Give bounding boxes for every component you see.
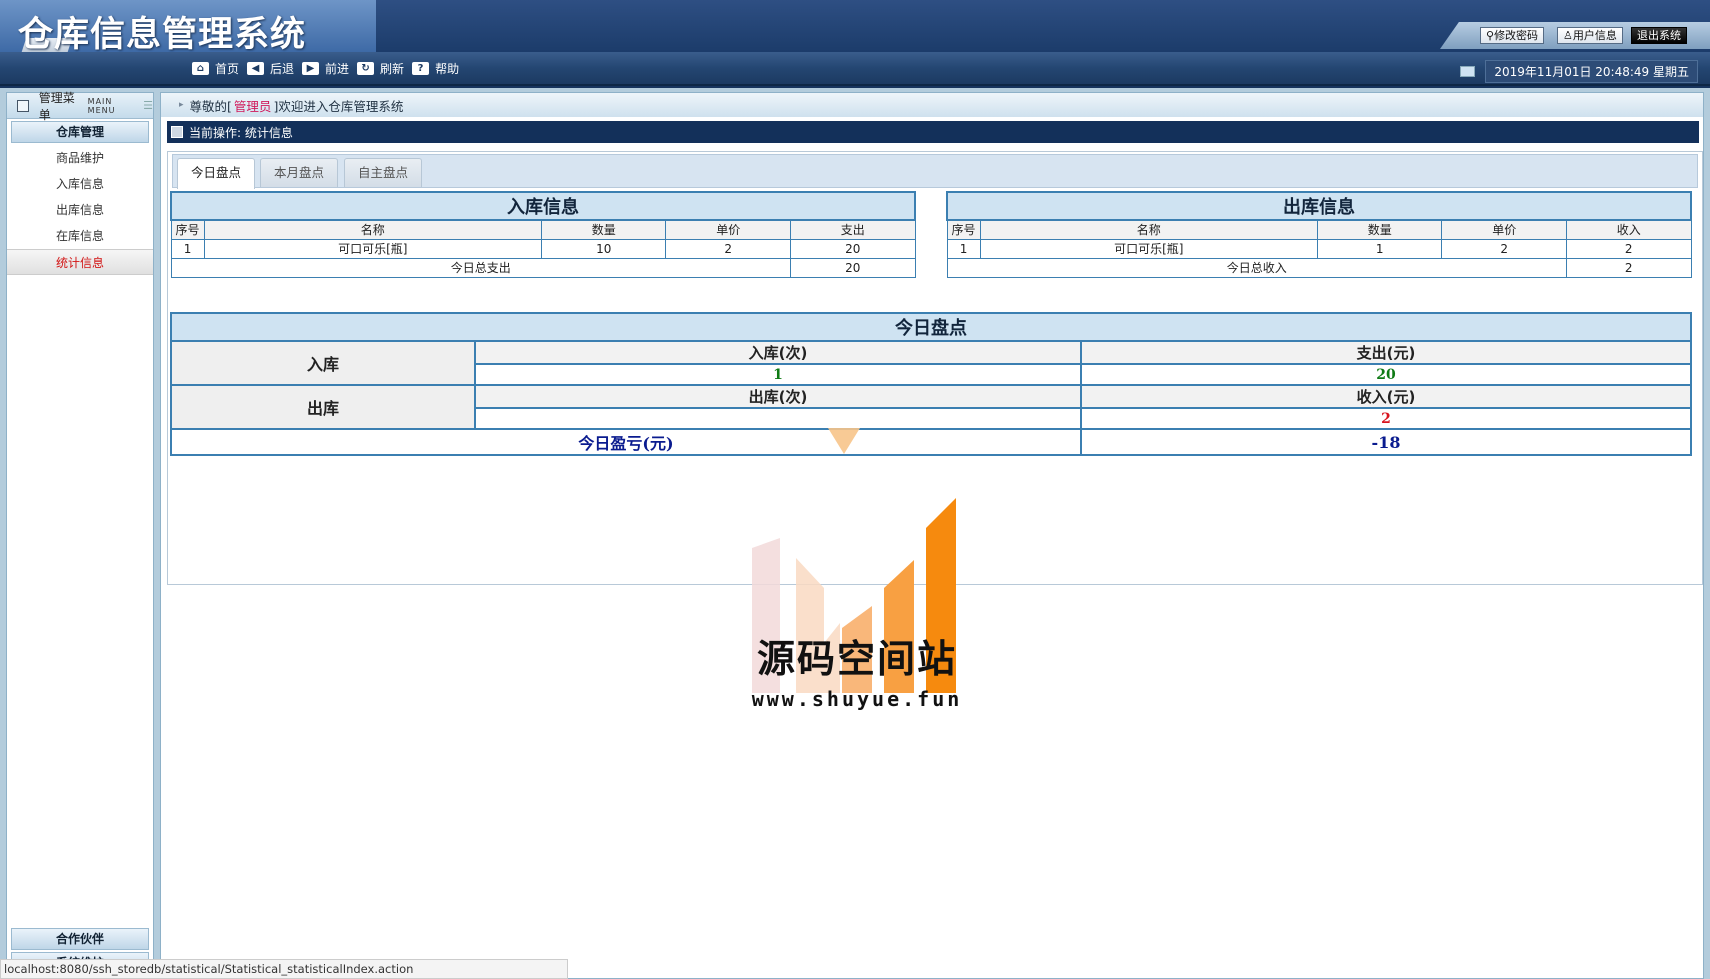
toolbar: ⌂ 首页 ◀ 后退 ▶ 前进 ↻ 刷新 ? 帮助 2019年11月01日 20:48:49…	[0, 52, 1710, 86]
user-role: 管理员	[233, 98, 272, 114]
tab-custom[interactable]: 自主盘点	[344, 158, 423, 187]
welcome-bar: ▸ 尊敬的[ 管理员 ]欢迎进入仓库管理系统	[161, 93, 1703, 117]
col-header: 数量	[1316, 219, 1443, 240]
sidebar-item-statistics[interactable]: 统计信息	[7, 249, 153, 275]
browser-status-url: localhost:8080/ssh_storedb/statistical/S…	[0, 959, 568, 979]
nav-help[interactable]: ? 帮助	[412, 60, 459, 77]
menu-icon	[17, 99, 29, 112]
operation-icon	[171, 126, 183, 138]
app-header: 仓库信息管理系统 ⚲修改密码 ♙用户信息 退出系统 ⌂ 首页 ◀ 后退 ▶ 前进 ↻ 刷…	[0, 0, 1710, 88]
expense-value: 20	[1080, 363, 1692, 386]
col-header: 名称	[203, 219, 542, 240]
current-operation-bar: 当前操作: 统计信息	[167, 121, 1699, 143]
outbound-title: 出库信息	[946, 191, 1692, 221]
sidebar-item-goods[interactable]: 商品维护	[7, 145, 153, 171]
col-header: 支出	[789, 219, 916, 240]
col-header: 数量	[540, 219, 667, 240]
sidebar-group-warehouse[interactable]: 仓库管理	[11, 121, 149, 143]
inbound-label: 入库	[170, 340, 476, 386]
title-banner: 仓库信息管理系统	[0, 0, 376, 52]
outbound-count-header: 出库(次)	[474, 384, 1082, 409]
col-header: 序号	[946, 219, 981, 240]
outbound-count-value	[474, 407, 1082, 430]
total-row: 今日总收入 2	[946, 257, 1692, 278]
inbound-count-value: 1	[474, 363, 1082, 386]
sidebar-item-outbound[interactable]: 出库信息	[7, 197, 153, 223]
main-frame: 管理菜单 MAIN MENU ☰ 仓库管理 商品维护 入库信息 出库信息 在库信…	[0, 88, 1710, 979]
calendar-icon	[1460, 66, 1476, 77]
sidebar-item-inbound[interactable]: 入库信息	[7, 171, 153, 197]
sidebar-header: 管理菜单 MAIN MENU ☰	[7, 91, 153, 122]
summary-title: 今日盘点	[170, 312, 1692, 342]
total-row: 今日总支出 20	[170, 257, 916, 278]
tab-bar: 今日盘点 本月盘点 自主盘点	[172, 154, 1698, 189]
user-info-button[interactable]: ♙用户信息	[1557, 27, 1623, 44]
arrow-icon: ▸	[179, 100, 184, 110]
datetime-display: 2019年11月01日 20:48:49 星期五	[1460, 60, 1698, 83]
table-row: 1 可口可乐[瓶] 1 2 2	[946, 238, 1692, 259]
sidebar: 管理菜单 MAIN MENU ☰ 仓库管理 商品维护 入库信息 出库信息 在库信…	[6, 91, 154, 979]
user-icon: ♙	[1563, 29, 1573, 42]
logout-button[interactable]: 退出系统	[1631, 27, 1687, 44]
content-area: ▸ 尊敬的[ 管理员 ]欢迎进入仓库管理系统 当前操作: 统计信息 今日盘点 本…	[160, 92, 1704, 979]
tab-this-month[interactable]: 本月盘点	[260, 158, 339, 187]
income-value: 2	[1080, 407, 1692, 430]
profit-value: -18	[1080, 428, 1692, 456]
list-lines-icon: ☰	[143, 99, 153, 112]
forward-icon: ▶	[302, 62, 320, 75]
sidebar-item-stock[interactable]: 在库信息	[7, 223, 153, 249]
income-header: 收入(元)	[1080, 384, 1692, 409]
outbound-table: 出库信息 序号 名称 数量 单价 收入 1 可口可乐[瓶] 1 2 2 今日总收…	[946, 191, 1692, 278]
inbound-title: 入库信息	[170, 191, 916, 221]
refresh-icon: ↻	[357, 62, 375, 75]
change-password-button[interactable]: ⚲修改密码	[1480, 27, 1545, 44]
back-icon: ◀	[247, 62, 265, 75]
tab-today[interactable]: 今日盘点	[177, 158, 256, 189]
inbound-count-header: 入库(次)	[474, 340, 1082, 365]
col-header: 单价	[665, 219, 791, 240]
nav-back[interactable]: ◀ 后退	[247, 60, 294, 77]
expense-header: 支出(元)	[1080, 340, 1692, 365]
key-icon: ⚲	[1486, 29, 1495, 42]
help-icon: ?	[412, 62, 430, 75]
sidebar-group-partners[interactable]: 合作伙伴	[11, 928, 149, 950]
home-icon: ⌂	[192, 62, 209, 75]
daily-summary-table: 今日盘点 入库 入库(次) 支出(元) 1 20 出库 出库(次) 收入(元)	[170, 312, 1692, 456]
statistics-panel: 今日盘点 本月盘点 自主盘点 入库信息 序号 名称 数量 单价 支出 1 可口可…	[167, 151, 1703, 585]
nav-refresh[interactable]: ↻ 刷新	[357, 60, 404, 77]
outbound-label: 出库	[170, 384, 476, 430]
app-title: 仓库信息管理系统	[18, 15, 307, 52]
col-header: 收入	[1565, 219, 1692, 240]
col-header: 序号	[170, 219, 205, 240]
table-row: 1 可口可乐[瓶] 10 2 20	[170, 238, 916, 259]
nav-forward[interactable]: ▶ 前进	[302, 60, 349, 77]
profit-label: 今日盈亏(元)	[170, 428, 1082, 456]
col-header: 名称	[979, 219, 1318, 240]
nav-home[interactable]: ⌂ 首页	[192, 60, 239, 77]
inbound-table: 入库信息 序号 名称 数量 单价 支出 1 可口可乐[瓶] 10 2 20 今日…	[170, 191, 916, 278]
col-header: 单价	[1441, 219, 1567, 240]
